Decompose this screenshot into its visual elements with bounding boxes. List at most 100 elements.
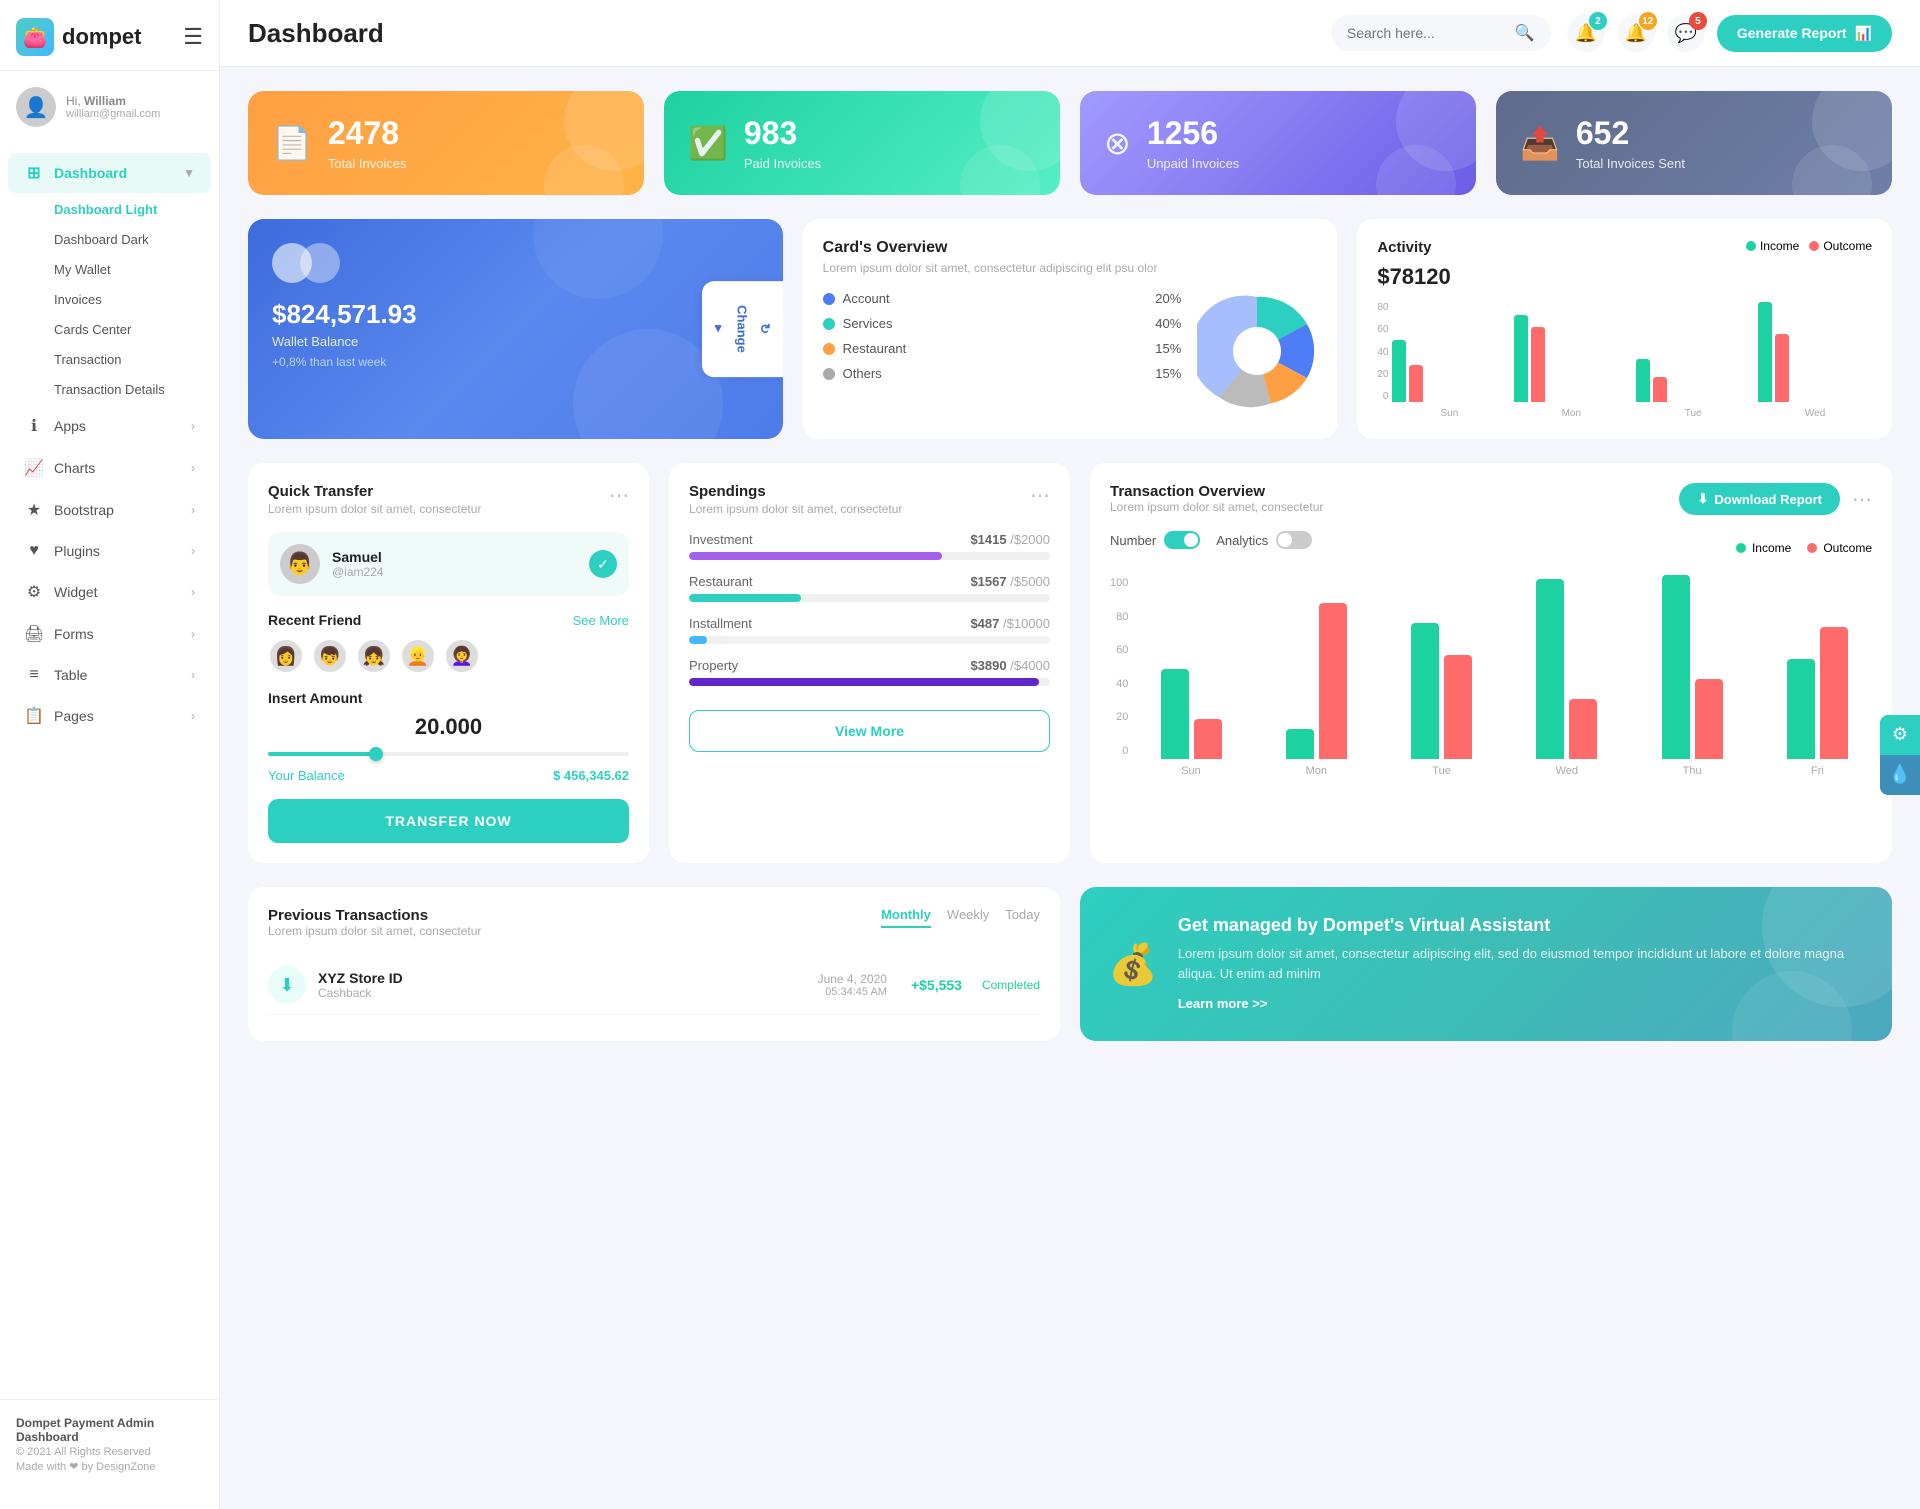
sidebar-dashboard-label: Dashboard xyxy=(54,165,127,181)
sidebar-item-dashboard-dark[interactable]: Dashboard Dark xyxy=(46,225,219,254)
change-btn-label: Change xyxy=(735,305,750,353)
sidebar-item-table[interactable]: ≡ Table › xyxy=(8,656,211,694)
activity-bars xyxy=(1392,302,1872,402)
chat-badge: 5 xyxy=(1689,12,1707,30)
sidebar-item-widget[interactable]: ⚙ Widget › xyxy=(8,572,211,612)
sidebar-item-dashboard[interactable]: ⊞ Dashboard ▼ xyxy=(8,153,211,193)
spending-restaurant-amount: $1567 /$5000 xyxy=(970,574,1050,589)
restaurant-fill xyxy=(689,594,801,602)
spendings-info: Spendings Lorem ipsum dolor sit amet, co… xyxy=(689,483,902,516)
va-learn-more-link[interactable]: Learn more >> xyxy=(1178,996,1268,1011)
bell-icon-btn[interactable]: 🔔 12 xyxy=(1617,14,1655,52)
see-all-button[interactable]: See More xyxy=(573,613,629,628)
widget-icon: ⚙ xyxy=(24,582,44,602)
friend-5[interactable]: 👩‍🦱 xyxy=(444,638,480,674)
total-invoices-label: Total Invoices xyxy=(328,156,407,171)
sidebar-item-cards-center[interactable]: Cards Center xyxy=(46,315,219,344)
notification-badge: 2 xyxy=(1589,12,1607,30)
sidebar-item-apps[interactable]: ℹ Apps › xyxy=(8,406,211,446)
tab-today[interactable]: Today xyxy=(1005,907,1040,928)
tab-monthly[interactable]: Monthly xyxy=(881,907,931,928)
wallet-icon-btn[interactable]: 🔔 2 xyxy=(1567,14,1605,52)
chat-icon-btn[interactable]: 💬 5 xyxy=(1667,14,1705,52)
water-icon: 💧 xyxy=(1889,764,1911,785)
spending-installment-label: Installment xyxy=(689,616,752,631)
footer-copy: © 2021 All Rights Reserved xyxy=(16,1446,203,1458)
transfer-user: 👨 Samuel @iam224 ✓ xyxy=(268,532,629,596)
chevron-right-icon4: › xyxy=(191,544,195,558)
sidebar-item-invoices[interactable]: Invoices xyxy=(46,285,219,314)
stat-content-sent: 652 Total Invoices Sent xyxy=(1576,115,1685,171)
tx-overview-header: Transaction Overview Lorem ipsum dolor s… xyxy=(1110,483,1872,515)
download-report-button[interactable]: ⬇ Download Report xyxy=(1679,483,1840,515)
settings-float-button[interactable]: ⚙ xyxy=(1880,715,1920,755)
outcome-label: Outcome xyxy=(1823,239,1872,253)
tab-weekly[interactable]: Weekly xyxy=(947,907,989,928)
cards-overview-body: Account 20% Services 40% Restaurant 15% xyxy=(823,291,1318,411)
paid-invoices-icon: ✅ xyxy=(688,124,728,162)
change-button[interactable]: ↻ Change ▾ xyxy=(702,281,783,377)
legend-label-account: Account xyxy=(843,291,890,306)
sidebar-item-dashboard-light[interactable]: Dashboard Light xyxy=(46,195,219,224)
download-icon: ⬇ xyxy=(1697,491,1708,507)
total-sent-icon: 📤 xyxy=(1520,124,1560,162)
tx-more-icon[interactable]: ⋯ xyxy=(1852,487,1872,512)
spendings-more-icon[interactable]: ⋯ xyxy=(1030,483,1050,508)
spending-installment-row: Installment $487 /$10000 xyxy=(689,616,1050,631)
toggle-number-thumb xyxy=(1184,533,1198,547)
wallet-amount: $824,571.93 xyxy=(272,299,759,330)
footer-made-text: Made with ❤ by DesignZone xyxy=(16,1460,155,1473)
mastercard-logo xyxy=(272,243,759,283)
friend-1[interactable]: 👩 xyxy=(268,638,304,674)
generate-report-button[interactable]: Generate Report 📊 xyxy=(1717,15,1892,52)
investment-fill xyxy=(689,552,942,560)
search-box: 🔍 xyxy=(1331,15,1551,51)
friend-3[interactable]: 👧 xyxy=(356,638,392,674)
more-options-icon[interactable]: ⋯ xyxy=(609,483,629,508)
transfer-now-button[interactable]: TRANSFER NOW xyxy=(268,799,629,843)
sidebar-item-forms[interactable]: 🖨 Forms › xyxy=(8,614,211,654)
sidebar-item-transaction[interactable]: Transaction xyxy=(46,345,219,374)
number-toggle[interactable] xyxy=(1164,531,1200,549)
user-email: william@gmail.com xyxy=(66,108,160,120)
stat-content-unpaid: 1256 Unpaid Invoices xyxy=(1147,115,1240,171)
sidebar-item-charts[interactable]: 📈 Charts › xyxy=(8,448,211,488)
wallet-label: Wallet Balance xyxy=(272,334,759,349)
tx-sun-outcome xyxy=(1194,719,1222,759)
bar-group-wed xyxy=(1758,302,1872,402)
spending-restaurant-row: Restaurant $1567 /$5000 xyxy=(689,574,1050,589)
tx-overview-title: Transaction Overview xyxy=(1110,483,1323,500)
sidebar-item-transaction-details[interactable]: Transaction Details xyxy=(46,375,219,404)
tx-label-wed: Wed xyxy=(1556,765,1578,777)
logo-emoji: 👛 xyxy=(23,25,48,50)
water-float-button[interactable]: 💧 xyxy=(1880,755,1920,795)
slider-thumb xyxy=(369,747,383,761)
hamburger-icon[interactable]: ☰ xyxy=(183,24,203,50)
friend-2[interactable]: 👦 xyxy=(312,638,348,674)
legend-pct-account: 20% xyxy=(1155,291,1181,306)
bar-sun-income xyxy=(1392,340,1406,402)
recent-friends-header: Recent Friend See More xyxy=(268,612,629,628)
sidebar-item-my-wallet[interactable]: My Wallet xyxy=(46,255,219,284)
analytics-toggle[interactable] xyxy=(1276,531,1312,549)
refresh-icon: ↻ xyxy=(758,324,773,335)
chevron-right-icon: › xyxy=(191,419,195,433)
tx-cashback-icon: ⬇ xyxy=(268,966,306,1004)
bar-tue-income xyxy=(1636,359,1650,402)
prev-transactions-card: Previous Transactions Lorem ipsum dolor … xyxy=(248,887,1060,1041)
sidebar-footer: Dompet Payment Admin Dashboard © 2021 Al… xyxy=(0,1399,219,1489)
friends-avatars: 👩 👦 👧 👱 👩‍🦱 xyxy=(268,638,629,674)
spendings-desc: Lorem ipsum dolor sit amet, consectetur xyxy=(689,502,902,516)
search-input[interactable] xyxy=(1347,25,1507,41)
property-fill xyxy=(689,678,1039,686)
amount-slider[interactable] xyxy=(268,752,629,756)
user-name: William xyxy=(84,94,126,108)
sidebar-item-pages[interactable]: 📋 Pages › xyxy=(8,696,211,736)
sidebar-item-plugins[interactable]: ♥ Plugins › xyxy=(8,532,211,570)
spending-restaurant: Restaurant $1567 /$5000 xyxy=(689,574,1050,602)
view-more-button[interactable]: View More xyxy=(689,710,1050,752)
friend-4[interactable]: 👱 xyxy=(400,638,436,674)
sidebar-item-bootstrap[interactable]: ★ Bootstrap › xyxy=(8,490,211,530)
bar-wed-outcome xyxy=(1775,334,1789,402)
tx-outcome-label: Outcome xyxy=(1823,541,1872,555)
